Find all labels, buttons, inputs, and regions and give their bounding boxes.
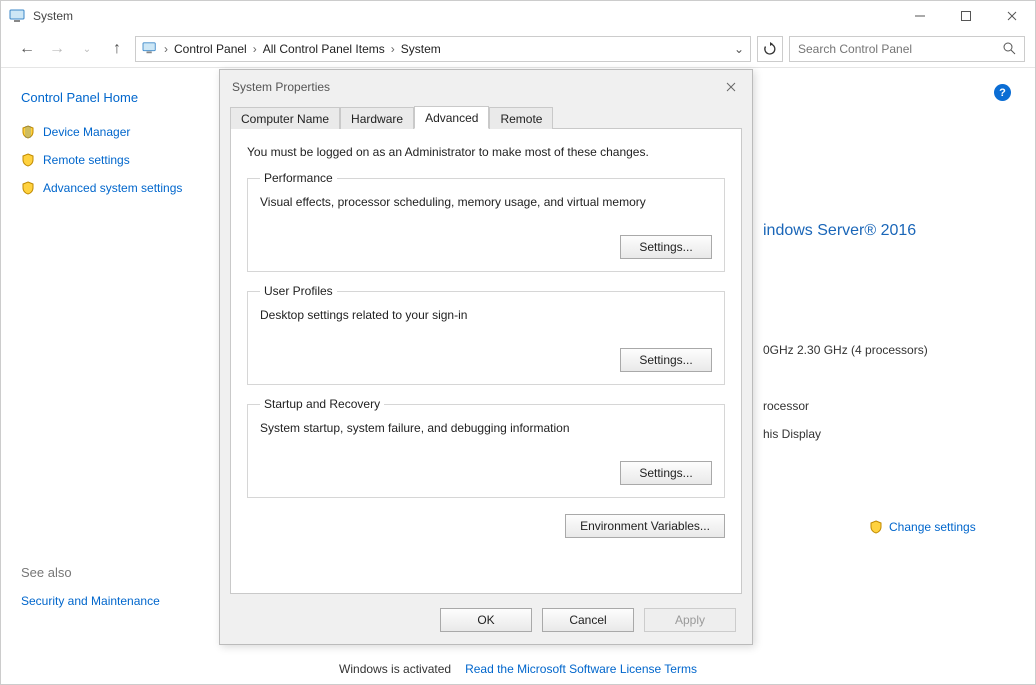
- address-bar[interactable]: › Control Panel › All Control Panel Item…: [135, 36, 751, 62]
- up-button[interactable]: ↑: [105, 40, 129, 58]
- license-terms-link[interactable]: Read the Microsoft Software License Term…: [465, 662, 697, 676]
- sidebar-item-label: Advanced system settings: [43, 181, 182, 195]
- close-button[interactable]: [989, 1, 1035, 31]
- windows-edition-text: indows Server® 2016: [763, 222, 1011, 240]
- user-profiles-settings-button[interactable]: Settings...: [620, 348, 712, 372]
- tab-advanced[interactable]: Advanced: [414, 106, 489, 129]
- spec-proc: rocessor: [763, 392, 1011, 420]
- apply-button[interactable]: Apply: [644, 608, 736, 632]
- legend-performance: Performance: [260, 171, 337, 185]
- sidebar-item-label: Device Manager: [43, 125, 130, 139]
- change-settings-link[interactable]: Change settings: [869, 520, 1011, 534]
- tab-hardware[interactable]: Hardware: [340, 107, 414, 129]
- fieldset-startup-recovery: Startup and Recovery System startup, sys…: [247, 397, 725, 498]
- window-title: System: [33, 9, 73, 23]
- dialog-tabs: Computer Name Hardware Advanced Remote: [220, 104, 752, 128]
- sidebar-item-remote-settings[interactable]: Remote settings: [21, 153, 221, 167]
- minimize-button[interactable]: [897, 1, 943, 31]
- system-icon-small: [142, 41, 158, 58]
- startup-recovery-settings-button[interactable]: Settings...: [620, 461, 712, 485]
- cancel-button[interactable]: Cancel: [542, 608, 634, 632]
- environment-variables-button[interactable]: Environment Variables...: [565, 514, 725, 538]
- sidebar: Control Panel Home Device Manager Remote…: [1, 68, 221, 654]
- spec-cpu: 0GHz 2.30 GHz (4 processors): [763, 336, 1011, 364]
- sep-icon: ›: [164, 42, 168, 56]
- refresh-button[interactable]: [757, 36, 783, 62]
- system-specs: 0GHz 2.30 GHz (4 processors) rocessor hi…: [763, 336, 1011, 448]
- activation-footer: Windows is activated Read the Microsoft …: [1, 654, 1035, 684]
- dialog-title: System Properties: [232, 80, 330, 94]
- security-maintenance-link[interactable]: Security and Maintenance: [21, 594, 221, 608]
- shield-icon: [21, 181, 35, 195]
- dialog-titlebar: System Properties: [220, 70, 752, 104]
- recent-dropdown[interactable]: ⌄: [75, 44, 99, 55]
- breadcrumb-1[interactable]: All Control Panel Items: [263, 42, 385, 56]
- forward-button[interactable]: →: [45, 40, 69, 58]
- address-dropdown[interactable]: ⌄: [734, 42, 744, 56]
- search-box[interactable]: [789, 36, 1025, 62]
- sep-icon: ›: [253, 42, 257, 56]
- fieldset-performance: Performance Visual effects, processor sc…: [247, 171, 725, 272]
- search-icon: [1002, 41, 1016, 58]
- system-icon: [9, 8, 27, 24]
- admin-note: You must be logged on as an Administrato…: [247, 145, 725, 159]
- change-settings-label: Change settings: [889, 520, 976, 534]
- help-icon[interactable]: ?: [994, 84, 1011, 101]
- performance-settings-button[interactable]: Settings...: [620, 235, 712, 259]
- search-input[interactable]: [798, 42, 994, 56]
- sep-icon: ›: [391, 42, 395, 56]
- performance-desc: Visual effects, processor scheduling, me…: [260, 195, 712, 209]
- legend-startup-recovery: Startup and Recovery: [260, 397, 384, 411]
- shield-icon: [21, 153, 35, 167]
- sidebar-item-device-manager[interactable]: Device Manager: [21, 125, 221, 139]
- titlebar: System: [1, 1, 1035, 31]
- spec-display: his Display: [763, 420, 1011, 448]
- back-button[interactable]: ←: [15, 40, 39, 58]
- user-profiles-desc: Desktop settings related to your sign-in: [260, 308, 712, 322]
- nav-toolbar: ← → ⌄ ↑ › Control Panel › All Control Pa…: [1, 31, 1035, 67]
- sidebar-item-advanced-settings[interactable]: Advanced system settings: [21, 181, 221, 195]
- system-properties-dialog: System Properties Computer Name Hardware…: [219, 69, 753, 645]
- ok-button[interactable]: OK: [440, 608, 532, 632]
- control-panel-home-link[interactable]: Control Panel Home: [21, 90, 221, 105]
- tab-computer-name[interactable]: Computer Name: [230, 107, 340, 129]
- shield-icon: [21, 125, 35, 139]
- breadcrumb-2[interactable]: System: [401, 42, 441, 56]
- tab-panel-advanced: You must be logged on as an Administrato…: [230, 128, 742, 594]
- breadcrumb-0[interactable]: Control Panel: [174, 42, 247, 56]
- fieldset-user-profiles: User Profiles Desktop settings related t…: [247, 284, 725, 385]
- startup-recovery-desc: System startup, system failure, and debu…: [260, 421, 712, 435]
- see-also-heading: See also: [21, 565, 221, 580]
- tab-remote[interactable]: Remote: [489, 107, 553, 129]
- system-window: System ← → ⌄ ↑ › Control Panel › All Con…: [0, 0, 1036, 685]
- activation-status: Windows is activated: [339, 662, 451, 676]
- dialog-close-button[interactable]: [722, 78, 740, 96]
- dialog-button-row: OK Cancel Apply: [220, 602, 752, 644]
- maximize-button[interactable]: [943, 1, 989, 31]
- shield-icon: [869, 520, 883, 534]
- sidebar-item-label: Remote settings: [43, 153, 130, 167]
- legend-user-profiles: User Profiles: [260, 284, 337, 298]
